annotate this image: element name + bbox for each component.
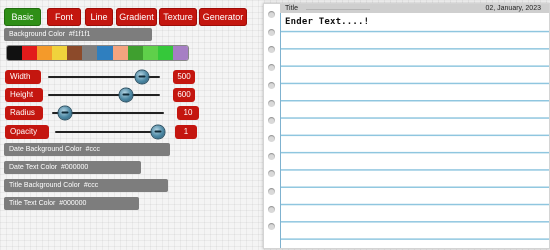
height-value: 600: [173, 88, 195, 102]
tab-texture[interactable]: Texture: [159, 8, 197, 26]
radius-slider-knob[interactable]: [58, 106, 72, 120]
binder-hole: [268, 134, 275, 142]
color-swatch[interactable]: [52, 46, 68, 60]
notebook-title[interactable]: Title: [285, 4, 298, 13]
title-background-color-value: #ccc: [83, 182, 99, 189]
binder-hole: [268, 188, 275, 195]
binder-hole: [268, 170, 275, 178]
color-swatch[interactable]: [172, 46, 188, 60]
color-swatch[interactable]: [97, 46, 113, 60]
date-text-color-field[interactable]: Date Text Color #000000: [4, 161, 141, 174]
binder-hole: [268, 64, 275, 72]
binder-hole: [268, 28, 275, 36]
title-text-color-label: Title Text Color: [9, 200, 56, 207]
binder-hole: [268, 205, 275, 213]
title-text-color-value: #000000: [59, 200, 87, 207]
color-swatch-palette: [6, 45, 189, 61]
background-color-label: Background Color: [9, 31, 66, 38]
notebook-date[interactable]: 02, January, 2023: [485, 4, 541, 13]
height-slider-knob[interactable]: [119, 88, 133, 102]
binder-hole: [268, 117, 275, 125]
width-slider-knob[interactable]: [135, 70, 149, 84]
tab-generator[interactable]: Generator: [199, 8, 247, 26]
color-swatch[interactable]: [7, 46, 23, 60]
tab-gradient[interactable]: Gradient: [116, 8, 157, 26]
title-text-color-field[interactable]: Title Text Color #000000: [4, 197, 139, 210]
binder-hole: [268, 11, 275, 18]
color-swatch[interactable]: [142, 46, 158, 60]
opacity-value: 1: [175, 125, 197, 139]
ruled-lines: [280, 15, 549, 248]
margin-line: [280, 4, 281, 248]
width-label: Width: [5, 70, 41, 84]
radius-slider-track[interactable]: [52, 106, 164, 120]
color-swatch[interactable]: [112, 46, 128, 60]
opacity-slider-track[interactable]: [55, 125, 165, 139]
binder-hole: [268, 223, 275, 231]
date-background-color-label: Date Background Color: [9, 146, 82, 153]
date-background-color-field[interactable]: Date Background Color #ccc: [4, 143, 170, 156]
title-underline: [306, 9, 370, 10]
binder-hole: [268, 152, 275, 160]
tab-font[interactable]: Font: [47, 8, 81, 26]
date-text-color-label: Date Text Color: [9, 164, 58, 171]
background-color-field[interactable]: Background Color #f1f1f1: [4, 28, 152, 41]
radius-label: Radius: [5, 106, 43, 120]
title-background-color-label: Title Background Color: [9, 182, 80, 189]
color-swatch[interactable]: [157, 46, 173, 60]
notebook-preview: Title 02, January, 2023 Ender Text....!: [263, 3, 550, 249]
date-text-color-value: #000000: [61, 164, 89, 171]
binder-hole: [268, 46, 275, 54]
color-swatch[interactable]: [82, 46, 98, 60]
tab-line[interactable]: Line: [85, 8, 113, 26]
notebook-text-input[interactable]: Ender Text....!: [285, 17, 369, 27]
color-swatch[interactable]: [37, 46, 53, 60]
width-slider-track[interactable]: [48, 70, 160, 84]
height-label: Height: [5, 88, 43, 102]
date-background-color-value: #ccc: [85, 146, 101, 153]
opacity-label: Opacity: [5, 125, 49, 139]
binder-hole: [268, 99, 275, 107]
color-swatch[interactable]: [127, 46, 143, 60]
height-slider-track[interactable]: [48, 88, 160, 102]
tab-basic[interactable]: Basic: [4, 8, 41, 26]
title-background-color-field[interactable]: Title Background Color #ccc: [4, 179, 168, 192]
color-swatch[interactable]: [67, 46, 83, 60]
binder-hole: [268, 81, 275, 89]
radius-value: 10: [177, 106, 199, 120]
opacity-slider-knob[interactable]: [151, 125, 165, 139]
background-color-value: #f1f1f1: [68, 31, 91, 38]
color-swatch[interactable]: [22, 46, 38, 60]
width-value: 500: [173, 70, 195, 84]
